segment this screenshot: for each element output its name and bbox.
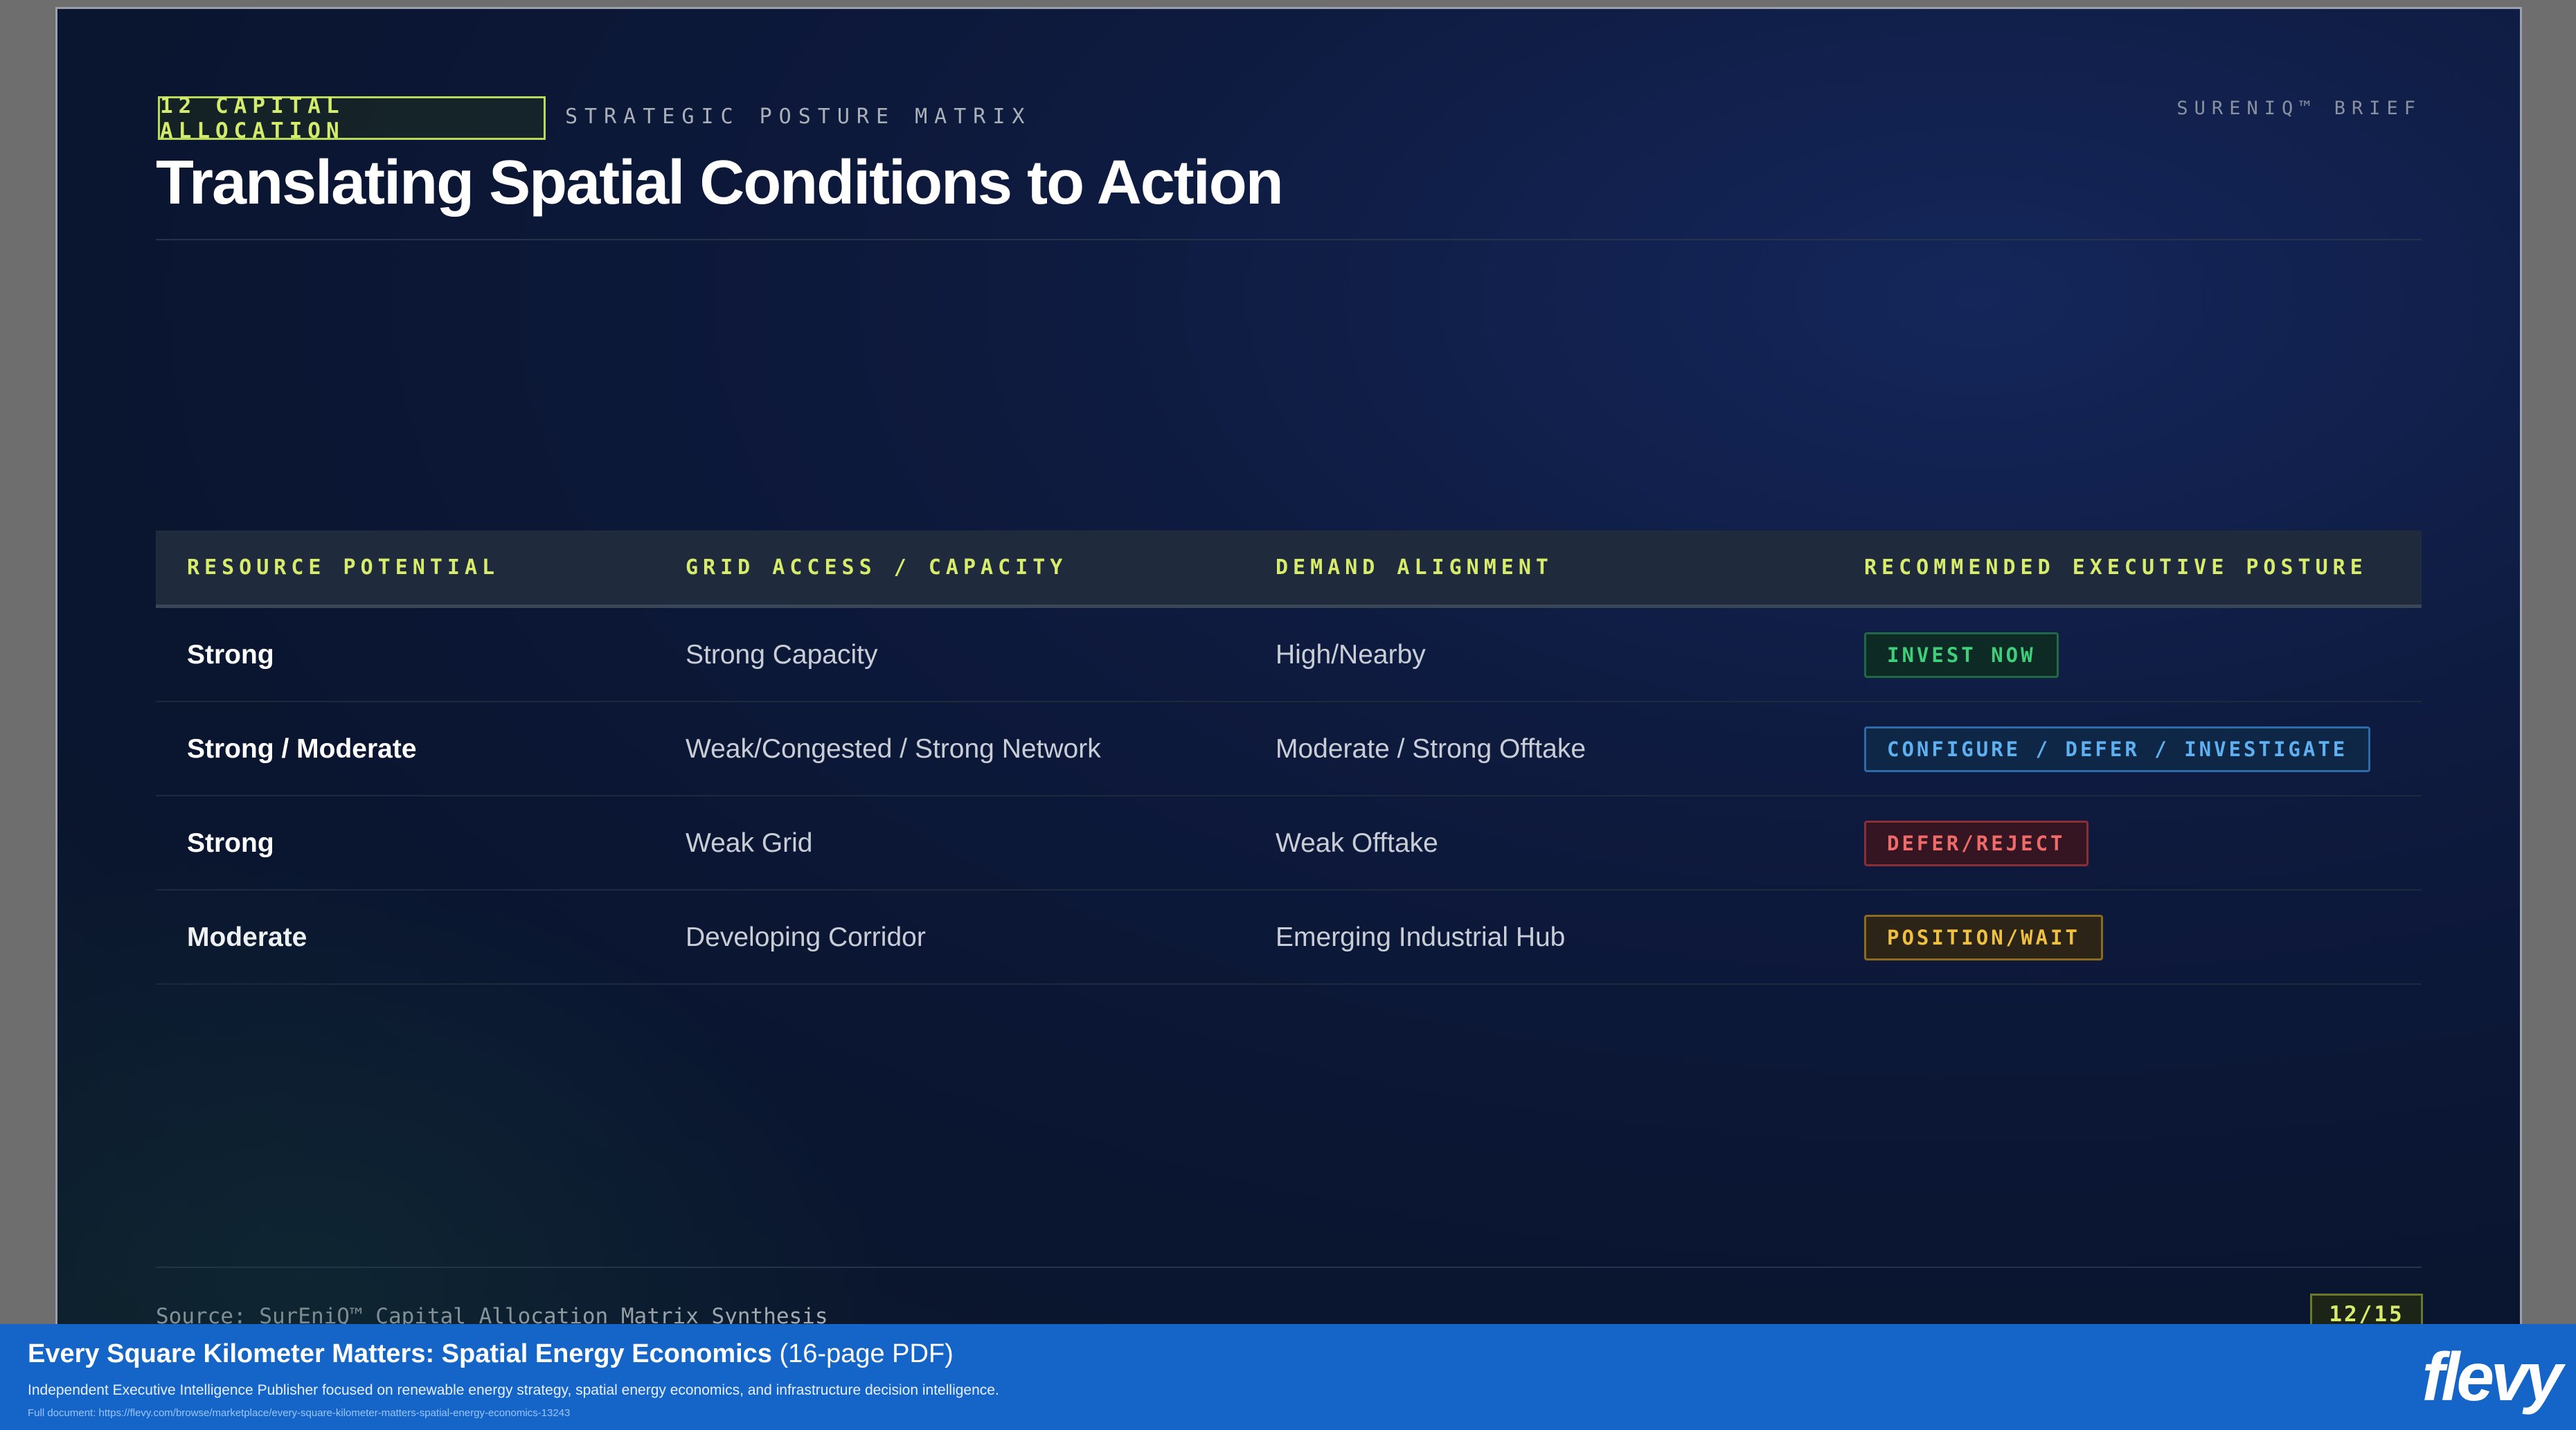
- cell-resource: Strong: [187, 828, 274, 858]
- page-title: Translating Spatial Conditions to Action: [156, 148, 1284, 217]
- posture-badge: DEFER/REJECT: [1864, 821, 2088, 866]
- footer-divider: [156, 1267, 2422, 1268]
- cell-posture: POSITION/WAIT: [1864, 891, 2103, 985]
- table-row: Strong Strong Capacity High/Nearby INVES…: [156, 608, 2422, 702]
- cell-resource: Strong / Moderate: [187, 734, 417, 764]
- cell-demand: Emerging Industrial Hub: [1276, 922, 1566, 952]
- source-note: Source: SurEniQ™ Capital Allocation Matr…: [156, 1304, 828, 1326]
- cell-resource: Moderate: [187, 922, 307, 952]
- banner-description: Independent Executive Intelligence Publi…: [28, 1382, 999, 1398]
- section-subtitle: STRATEGIC POSTURE MATRIX: [565, 105, 1032, 129]
- banner-title[interactable]: Every Square Kilometer Matters: Spatial …: [28, 1339, 954, 1369]
- cell-posture: CONFIGURE / DEFER / INVESTIGATE: [1864, 702, 2371, 796]
- table-row: Moderate Developing Corridor Emerging In…: [156, 891, 2422, 985]
- section-tag: 12 CAPITAL ALLOCATION: [158, 93, 546, 143]
- cell-grid: Weak Grid: [686, 828, 813, 858]
- table-row: Strong / Moderate Weak/Congested / Stron…: [156, 702, 2422, 796]
- banner-title-suffix: (16-page PDF): [771, 1339, 954, 1368]
- table-header: RESOURCE POTENTIAL GRID ACCESS / CAPACIT…: [156, 530, 2422, 608]
- cell-demand: Weak Offtake: [1276, 828, 1438, 858]
- table-row: Strong Weak Grid Weak Offtake DEFER/REJE…: [156, 796, 2422, 891]
- flevy-logo[interactable]: flevy: [2422, 1338, 2563, 1416]
- posture-badge: POSITION/WAIT: [1864, 915, 2103, 960]
- cell-posture: DEFER/REJECT: [1864, 796, 2088, 891]
- cell-resource: Strong: [187, 640, 274, 670]
- title-divider: [156, 239, 2422, 240]
- flevy-banner[interactable]: Every Square Kilometer Matters: Spatial …: [0, 1324, 2576, 1430]
- header-demand-alignment: DEMAND ALIGNMENT: [1276, 555, 1553, 580]
- cell-demand: Moderate / Strong Offtake: [1276, 734, 1586, 764]
- header-grid-access: GRID ACCESS / CAPACITY: [686, 555, 1068, 580]
- posture-badge: CONFIGURE / DEFER / INVESTIGATE: [1864, 726, 2371, 772]
- header-resource-potential: RESOURCE POTENTIAL: [187, 555, 500, 580]
- banner-document-link[interactable]: Full document: https://flevy.com/browse/…: [28, 1407, 570, 1419]
- posture-matrix-table: RESOURCE POTENTIAL GRID ACCESS / CAPACIT…: [156, 530, 2422, 985]
- header-executive-posture: RECOMMENDED EXECUTIVE POSTURE: [1864, 555, 2368, 580]
- brand-label: SURENIQ™ BRIEF: [2176, 98, 2422, 119]
- posture-badge: INVEST NOW: [1864, 632, 2059, 678]
- banner-title-main: Every Square Kilometer Matters: Spatial …: [28, 1339, 772, 1368]
- cell-grid: Strong Capacity: [686, 640, 878, 670]
- cell-grid: Weak/Congested / Strong Network: [686, 734, 1101, 764]
- slide: 12 CAPITAL ALLOCATION STRATEGIC POSTURE …: [55, 7, 2522, 1326]
- page-number: 12/15: [2310, 1294, 2423, 1324]
- cell-demand: High/Nearby: [1276, 640, 1426, 670]
- cell-grid: Developing Corridor: [686, 922, 926, 952]
- cell-posture: INVEST NOW: [1864, 608, 2059, 702]
